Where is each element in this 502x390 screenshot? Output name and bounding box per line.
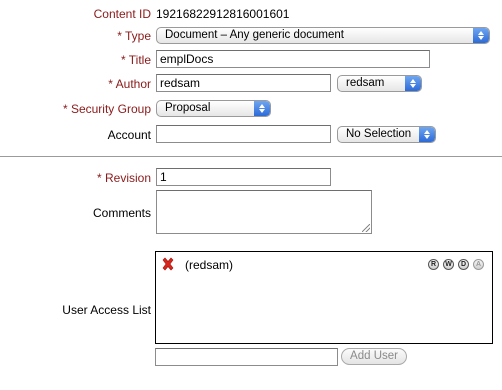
security-group-label: * Security Group <box>62 102 151 116</box>
author-select-value: redsam <box>346 77 385 89</box>
security-group-select[interactable]: Proposal <box>156 100 271 117</box>
comments-label: Comments <box>92 206 151 220</box>
type-select-value: Document – Any generic document <box>165 29 344 41</box>
revision-label: * Revision <box>96 171 151 185</box>
read-permission-icon[interactable]: R <box>428 259 439 270</box>
user-access-list: (redsam) R W D A <box>155 251 493 344</box>
account-select[interactable]: No Selection <box>337 126 436 143</box>
account-input[interactable] <box>156 125 331 143</box>
account-select-value: No Selection <box>346 128 412 140</box>
security-group-select-value: Proposal <box>165 102 211 114</box>
author-select[interactable]: redsam <box>337 75 422 92</box>
title-label: * Title <box>120 53 151 67</box>
author-label: * Author <box>108 77 151 91</box>
revision-input[interactable] <box>156 168 331 186</box>
access-user-name: (redsam) <box>185 258 234 272</box>
select-arrows-icon <box>473 28 489 43</box>
admin-permission-icon[interactable]: A <box>473 259 484 270</box>
content-id-value: 192168229128160016​01 <box>156 7 290 21</box>
type-select[interactable]: Document – Any generic document <box>156 27 490 44</box>
select-arrows-icon <box>405 76 421 91</box>
comments-textarea[interactable] <box>156 190 372 234</box>
write-permission-icon[interactable]: W <box>443 259 454 270</box>
resize-grip-icon[interactable] <box>362 224 370 232</box>
select-arrows-icon <box>419 127 435 142</box>
add-user-input[interactable] <box>155 348 338 366</box>
section-divider <box>0 156 502 157</box>
type-label: * Type <box>117 29 151 43</box>
select-arrows-icon <box>254 101 270 116</box>
title-input[interactable] <box>156 50 430 68</box>
account-label: Account <box>107 128 151 142</box>
user-access-list-label: User Access List <box>62 303 151 317</box>
content-id-label: Content ID <box>93 7 151 21</box>
delete-permission-icon[interactable]: D <box>458 259 469 270</box>
add-user-button[interactable]: Add User <box>341 348 407 365</box>
remove-user-icon[interactable] <box>161 257 175 271</box>
author-input[interactable] <box>156 74 331 92</box>
